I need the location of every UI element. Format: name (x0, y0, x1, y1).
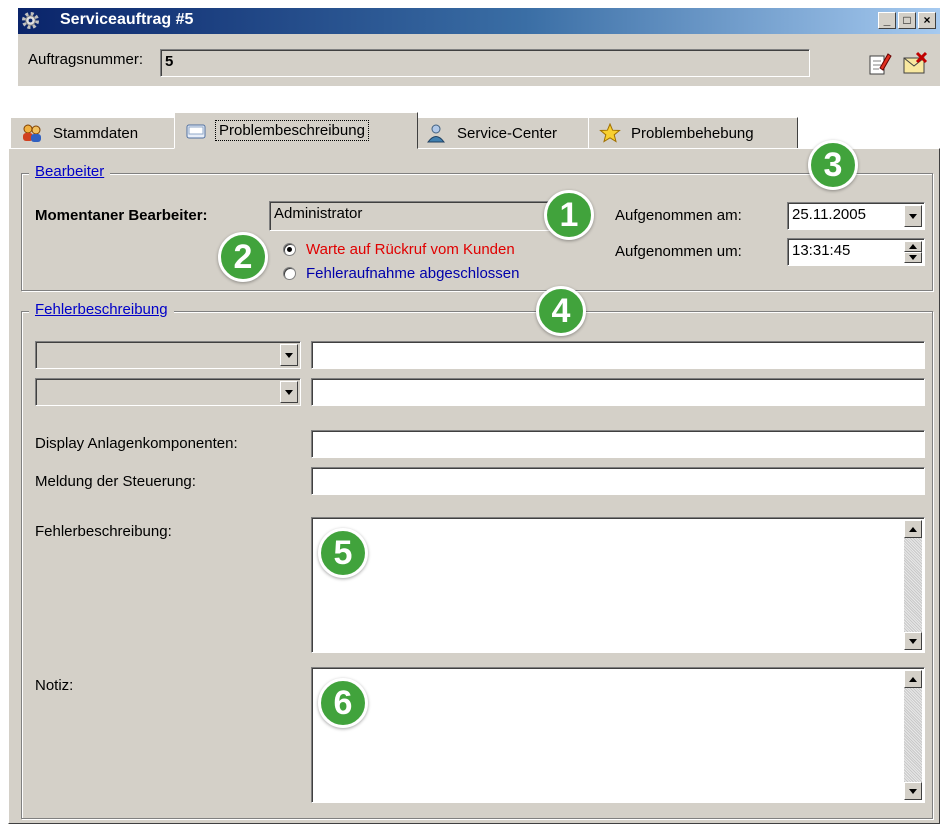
spin-down-icon (909, 255, 917, 260)
display-components-field[interactable] (311, 430, 925, 458)
radio-wait-callback-label[interactable]: Warte auf Rückruf vom Kunden (306, 241, 515, 258)
tab-service-center-label: Service-Center (457, 124, 558, 142)
date-dropdown-button[interactable] (904, 205, 922, 227)
recorded-date-label: Aufgenommen am: (615, 207, 742, 224)
chevron-down-icon (285, 389, 293, 395)
tab-service-center[interactable]: Service-Center (414, 117, 592, 149)
controller-message-label: Meldung der Steuerung: (35, 473, 196, 490)
tab-problembehebung-label: Problembehebung (631, 124, 754, 142)
radio-recording-done[interactable] (283, 267, 296, 280)
window-title: Serviceauftrag #5 (60, 11, 194, 28)
tab-stammdaten[interactable]: Stammdaten (10, 117, 178, 149)
star-icon (599, 122, 621, 143)
annotation-marker-3: 3 (808, 140, 858, 190)
users-icon (21, 123, 43, 143)
radio-recording-done-label[interactable]: Fehleraufnahme abgeschlossen (306, 265, 519, 282)
annotation-marker-2: 2 (218, 232, 268, 282)
minimize-button[interactable]: _ (878, 12, 896, 29)
recorded-date-picker[interactable]: 25.11.2005 (787, 202, 925, 230)
folder-icon (185, 121, 207, 141)
description-label: Fehlerbeschreibung: (35, 523, 172, 540)
bearbeiter-group-title: Bearbeiter (29, 163, 111, 180)
scroll-down-button[interactable] (904, 632, 922, 650)
spin-up-icon (909, 244, 917, 249)
scroll-up-button[interactable] (904, 670, 922, 688)
annotation-marker-1: 1 (544, 190, 594, 240)
tab-strip: Stammdaten Problembeschreibung Service-C… (8, 112, 940, 149)
scroll-down-icon (909, 638, 917, 644)
description-scrollbar[interactable] (904, 520, 922, 650)
scroll-up-icon (909, 526, 917, 532)
category-text-1[interactable] (311, 341, 925, 369)
note-label: Notiz: (35, 677, 74, 694)
category-select-2[interactable] (35, 378, 301, 406)
tab-problembeschreibung[interactable]: Problembeschreibung (174, 112, 418, 149)
note-textarea[interactable] (311, 667, 925, 803)
scroll-down-button[interactable] (904, 782, 922, 800)
fehler-group-title: Fehlerbeschreibung (29, 301, 174, 318)
gear-icon (21, 11, 40, 30)
annotation-marker-5: 5 (318, 528, 368, 578)
recorded-time-spinner[interactable]: 13:31:45 (787, 238, 925, 266)
category-select-1[interactable] (35, 341, 301, 369)
recorded-date-value: 25.11.2005 (792, 206, 866, 223)
recorded-time-value: 13:31:45 (792, 242, 851, 259)
annotation-marker-6: 6 (318, 678, 368, 728)
order-number-label: Auftragsnummer: (28, 51, 144, 68)
category-text-2[interactable] (311, 378, 925, 406)
description-textarea[interactable] (311, 517, 925, 653)
tab-page-problembeschreibung: Bearbeiter Momentaner Bearbeiter: Admini… (8, 148, 940, 824)
category-select-2-button[interactable] (280, 381, 298, 403)
category-select-1-button[interactable] (280, 344, 298, 366)
close-envelope-icon[interactable] (902, 50, 928, 76)
scroll-up-icon (909, 676, 917, 682)
time-down-button[interactable] (904, 252, 922, 263)
title-bar[interactable]: Serviceauftrag #5 _ □ × (18, 8, 940, 34)
note-scrollbar[interactable] (904, 670, 922, 800)
annotation-marker-4: 4 (536, 286, 586, 336)
close-button[interactable]: × (918, 12, 936, 29)
display-components-label: Display Anlagenkomponenten: (35, 435, 238, 452)
service-person-icon (425, 123, 447, 143)
tab-stammdaten-label: Stammdaten (53, 124, 139, 142)
controller-message-field[interactable] (311, 467, 925, 495)
chevron-down-icon (909, 213, 917, 219)
maximize-button[interactable]: □ (898, 12, 916, 29)
order-header: Auftragsnummer: 5 (18, 34, 940, 86)
tab-problembehebung[interactable]: Problembehebung (588, 117, 798, 149)
recorded-time-label: Aufgenommen um: (615, 243, 742, 260)
scroll-up-button[interactable] (904, 520, 922, 538)
order-number-field[interactable]: 5 (160, 49, 810, 77)
current-editor-field[interactable]: Administrator (269, 201, 561, 231)
edit-document-icon[interactable] (866, 50, 892, 76)
time-up-button[interactable] (904, 241, 922, 252)
current-editor-label: Momentaner Bearbeiter: (35, 207, 208, 224)
tab-problembeschreibung-label: Problembeschreibung (215, 120, 369, 141)
chevron-down-icon (285, 352, 293, 358)
radio-wait-callback[interactable] (283, 243, 296, 256)
scroll-down-icon (909, 788, 917, 794)
